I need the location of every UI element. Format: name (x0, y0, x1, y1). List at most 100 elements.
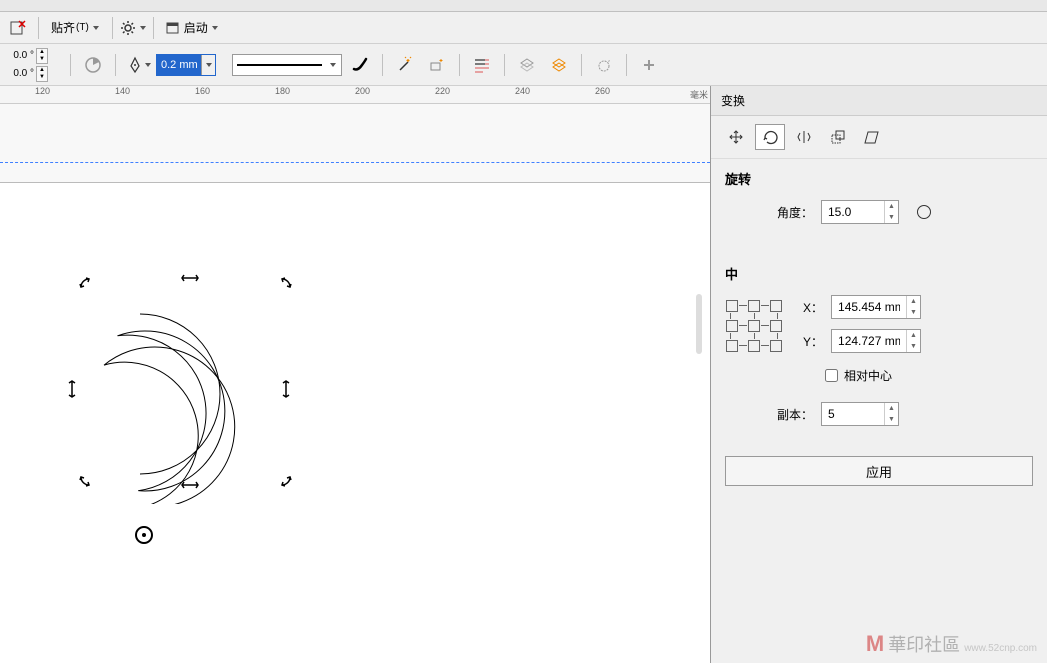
snap-button[interactable]: 贴齐(T) (45, 14, 106, 42)
y-input[interactable]: ▲▼ (831, 329, 921, 353)
dropdown-icon (139, 24, 147, 32)
tab-size[interactable] (823, 124, 853, 150)
skew-handle-b[interactable] (180, 479, 200, 491)
layer-back-button[interactable] (545, 51, 573, 79)
watermark: M 華印社區 www.52cnp.com (866, 631, 1037, 657)
gear-icon (119, 19, 137, 37)
scroll-indicator[interactable] (696, 294, 702, 354)
snap-label: 贴齐 (51, 19, 75, 36)
dropdown-icon (211, 24, 219, 32)
rotation-1-input[interactable] (4, 50, 36, 61)
tab-mirror[interactable] (789, 124, 819, 150)
rotate-handle-tr[interactable] (275, 276, 293, 290)
skew-handle-l[interactable] (66, 379, 78, 399)
guide-line[interactable] (0, 162, 710, 163)
title-bar (0, 0, 1047, 12)
launch-label: 启动 (184, 19, 208, 36)
separator (626, 54, 627, 76)
selected-object[interactable] (80, 284, 300, 507)
plus-icon (641, 57, 657, 73)
dropdown-icon (145, 62, 151, 68)
rotation-center-marker[interactable] (135, 526, 153, 544)
pen-tool-button[interactable] (124, 51, 152, 79)
rotate-icon (594, 55, 614, 75)
skew-icon (863, 128, 881, 146)
separator (581, 54, 582, 76)
horizontal-ruler: 120 140 160 180 200 220 240 260 毫米 (0, 86, 710, 104)
stroke-width-dropdown[interactable] (201, 55, 215, 75)
separator (112, 17, 113, 39)
x-input[interactable]: ▲▼ (831, 295, 921, 319)
add-button[interactable] (635, 51, 663, 79)
position-icon (727, 128, 745, 146)
x-label: X： (803, 299, 823, 316)
separator (153, 17, 154, 39)
tab-rotate[interactable] (755, 124, 785, 150)
main-toolbar: 贴齐(T) 启动 (0, 12, 1047, 44)
transform-button[interactable] (590, 51, 618, 79)
sparkle-icon (427, 55, 447, 75)
apply-button[interactable]: 应用 (725, 456, 1033, 486)
angle-input[interactable]: ▲▼ (821, 200, 899, 224)
effects2-button[interactable] (423, 51, 451, 79)
wrap-text-button[interactable] (468, 51, 496, 79)
brush-icon (350, 55, 370, 75)
relative-center-label: 相对中心 (844, 367, 892, 384)
separator (459, 54, 460, 76)
separator (38, 17, 39, 39)
copies-label: 副本： (775, 406, 813, 423)
angle-indicator[interactable] (917, 205, 931, 219)
pie-icon (83, 55, 103, 75)
separator (382, 54, 383, 76)
canvas[interactable] (0, 104, 710, 663)
layer-front-icon (517, 55, 537, 75)
rotation-2-input[interactable] (4, 68, 36, 79)
size-icon (829, 128, 847, 146)
line-preview (237, 64, 322, 66)
anchor-grid[interactable] (725, 299, 783, 353)
rotation-heading: 旋转 (725, 169, 1033, 188)
brush-button[interactable] (346, 51, 374, 79)
tab-position[interactable] (721, 124, 751, 150)
rotate-tab-icon (761, 128, 779, 146)
skew-handle-t[interactable] (180, 272, 200, 284)
rotate-handle-br[interactable] (275, 474, 293, 488)
line-style-dropdown[interactable] (232, 54, 342, 76)
tab-skew[interactable] (857, 124, 887, 150)
relative-center-checkbox[interactable] (825, 369, 838, 382)
angle-label: 角度： (775, 204, 813, 221)
dropdown-icon (329, 61, 337, 69)
property-toolbar: ▲▼ ▲▼ (0, 44, 1047, 86)
rotate-handle-tl[interactable] (78, 276, 96, 290)
center-heading: 中 (725, 264, 1033, 283)
separator (504, 54, 505, 76)
stroke-width-input[interactable] (156, 54, 216, 76)
mirror-icon (795, 128, 813, 146)
transform-panel: 变换 旋转 角度： ▲▼ (711, 86, 1047, 663)
canvas-area[interactable]: 120 140 160 180 200 220 240 260 毫米 (0, 86, 711, 663)
close-doc-button[interactable] (4, 14, 32, 42)
settings-button[interactable] (119, 14, 147, 42)
copies-input[interactable]: ▲▼ (821, 402, 899, 426)
effects-button[interactable] (391, 51, 419, 79)
pie-tool-button[interactable] (79, 51, 107, 79)
dropdown-icon (92, 24, 100, 32)
layer-back-icon (549, 55, 569, 75)
magic-wand-icon (395, 55, 415, 75)
rotate-handle-bl[interactable] (78, 474, 96, 488)
y-label: Y： (803, 333, 823, 350)
launch-icon (166, 21, 180, 35)
close-doc-icon (9, 19, 27, 37)
rotation-spinners: ▲▼ ▲▼ (4, 47, 58, 83)
launch-button[interactable]: 启动 (160, 14, 225, 42)
layer-front-button[interactable] (513, 51, 541, 79)
transform-tabs (711, 116, 1047, 159)
watermark-logo: M (866, 631, 884, 657)
skew-handle-r[interactable] (280, 379, 292, 399)
spinner[interactable]: ▲▼ (36, 66, 48, 82)
spinner[interactable]: ▲▼ (36, 48, 48, 64)
separator (70, 54, 71, 76)
panel-title: 变换 (711, 86, 1047, 116)
pen-nib-icon (126, 56, 144, 74)
text-wrap-icon (472, 55, 492, 75)
